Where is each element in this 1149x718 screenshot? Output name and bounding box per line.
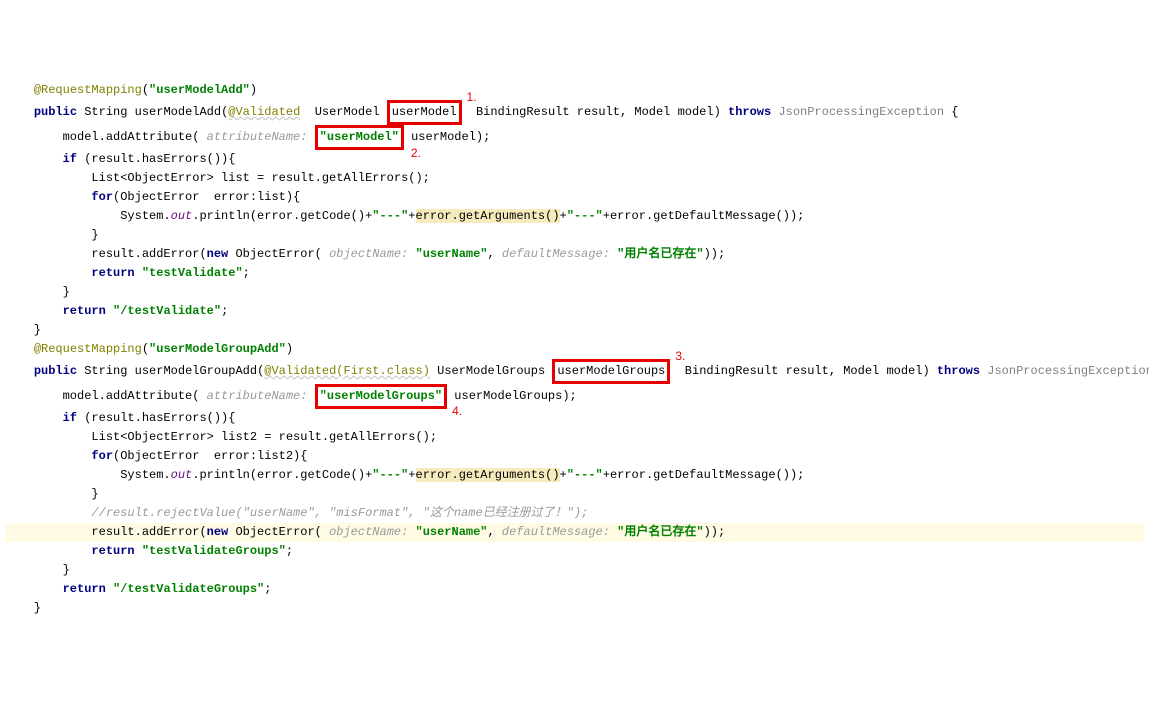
type-usermodel: UserModel	[315, 105, 380, 119]
string-literal: "testValidateGroups"	[142, 544, 286, 558]
getdefault: error.getDefaultMessage());	[610, 209, 804, 223]
keyword-new: new	[207, 247, 229, 261]
keyword-new: new	[207, 525, 229, 539]
annotation: @RequestMapping	[34, 342, 142, 356]
red-label-1: 1.	[467, 88, 477, 107]
keyword-return: return	[63, 582, 106, 596]
annotation-validated-first: @Validated(First.class)	[264, 364, 430, 378]
string-literal: "---"	[372, 209, 408, 223]
exception-type: JsonProcessingException	[778, 105, 944, 119]
red-label-4: 4.	[452, 402, 462, 421]
method-call: model.addAttribute(	[63, 389, 200, 403]
string-literal: "/testValidate"	[113, 304, 221, 318]
plus: +	[408, 209, 415, 223]
system: System.	[120, 468, 170, 482]
highlight-box-1: userModel1.	[387, 100, 462, 125]
highlighted-line: result.addError(new ObjectError( objectN…	[5, 523, 1144, 542]
warn-getargs: error.getArguments()	[416, 468, 560, 482]
param-hint: defaultMessage:	[502, 525, 610, 539]
exception-type: JsonProcessingException	[987, 364, 1149, 378]
objerror: ObjectError(	[235, 525, 321, 539]
highlight-box-3: userModelGroups3.	[552, 359, 670, 384]
string-literal: "用户名已存在"	[617, 247, 703, 261]
param-model: Model model	[843, 364, 922, 378]
param-result: BindingResult result,	[476, 105, 627, 119]
param-result: BindingResult result,	[685, 364, 836, 378]
keyword-public: public	[34, 105, 77, 119]
statement: List<ObjectError> list = result.getAllEr…	[91, 171, 429, 185]
keyword-throws: throws	[728, 105, 771, 119]
for-condition: (ObjectError error:list2){	[113, 449, 307, 463]
type-usermodelgroups: UserModelGroups	[437, 364, 545, 378]
red-label-3: 3.	[675, 347, 685, 366]
out-field: out	[171, 209, 193, 223]
string-literal: "testValidate"	[142, 266, 243, 280]
keyword-return: return	[91, 266, 134, 280]
code-editor[interactable]: @RequestMapping("userModelAdd") public S…	[5, 81, 1144, 618]
param-hint: attributeName:	[207, 389, 308, 403]
keyword-for: for	[91, 449, 113, 463]
keyword-public: public	[34, 364, 77, 378]
param-hint: objectName:	[329, 247, 408, 261]
param-hint: defaultMessage:	[502, 247, 610, 261]
plus: +	[408, 468, 415, 482]
keyword-return: return	[91, 544, 134, 558]
adderror-call: result.addError(	[91, 525, 206, 539]
for-condition: (ObjectError error:list){	[113, 190, 300, 204]
annotation-validated: @Validated	[228, 105, 300, 119]
string-literal: "userModelAdd"	[149, 83, 250, 97]
plus: +	[560, 209, 567, 223]
plus: +	[603, 209, 610, 223]
keyword-throws: throws	[937, 364, 980, 378]
highlight-box-2: "userModel"2.	[315, 125, 404, 150]
annotation: @RequestMapping	[34, 83, 142, 97]
string-literal: "userModelGroups"	[320, 389, 442, 403]
string-literal: "---"	[567, 209, 603, 223]
highlight-box-4: "userModelGroups"4.	[315, 384, 447, 409]
param-model: Model model	[634, 105, 713, 119]
param-hint: objectName:	[329, 525, 408, 539]
method-name: userModelGroupAdd	[135, 364, 257, 378]
adderror-call: result.addError(	[91, 247, 206, 261]
string-literal: "---"	[372, 468, 408, 482]
param-usermodelgroups: userModelGroups	[557, 364, 665, 378]
variable: userModel	[411, 130, 476, 144]
param-usermodel: userModel	[392, 105, 457, 119]
type-string: String	[84, 105, 127, 119]
param-hint: attributeName:	[207, 130, 308, 144]
string-literal: "用户名已存在"	[617, 525, 703, 539]
println-call: .println(error.getCode()+	[192, 468, 372, 482]
keyword-for: for	[91, 190, 113, 204]
condition: (result.hasErrors()){	[84, 411, 235, 425]
warn-getargs: error.getArguments()	[416, 209, 560, 223]
string-literal: "---"	[567, 468, 603, 482]
out-field: out	[171, 468, 193, 482]
objerror: ObjectError(	[235, 247, 321, 261]
string-literal: "/testValidateGroups"	[113, 582, 264, 596]
system: System.	[120, 209, 170, 223]
variable: userModelGroups	[454, 389, 562, 403]
method-name: userModelAdd	[135, 105, 221, 119]
println-call: .println(error.getCode()+	[192, 209, 372, 223]
method-call: model.addAttribute(	[63, 130, 200, 144]
keyword-if: if	[63, 152, 77, 166]
comment: //result.rejectValue("userName", "misFor…	[91, 506, 588, 520]
string-literal: "userName"	[416, 247, 488, 261]
string-literal: "userName"	[416, 525, 488, 539]
string-literal: "userModel"	[320, 130, 399, 144]
type-string: String	[84, 364, 127, 378]
statement: List<ObjectError> list2 = result.getAllE…	[91, 430, 437, 444]
condition: (result.hasErrors()){	[84, 152, 235, 166]
keyword-if: if	[63, 411, 77, 425]
getdefault: error.getDefaultMessage());	[610, 468, 804, 482]
red-label-2: 2.	[411, 144, 421, 163]
keyword-return: return	[63, 304, 106, 318]
plus: +	[603, 468, 610, 482]
plus: +	[560, 468, 567, 482]
string-literal: "userModelGroupAdd"	[149, 342, 286, 356]
